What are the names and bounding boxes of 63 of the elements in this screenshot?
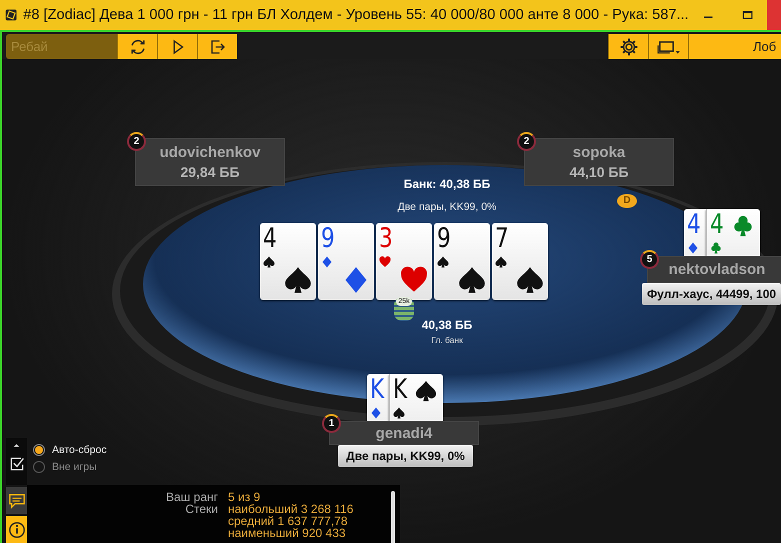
player-stack: 44,10 ББ [569, 164, 629, 180]
player-name: nektovladson [668, 261, 766, 278]
spade-icon [458, 266, 486, 294]
lobby-button[interactable]: Лоб [688, 34, 781, 59]
card-rank: 9 [321, 223, 335, 254]
info-value: наибольший 3 268 116 [228, 503, 354, 515]
diamond-icon [321, 256, 333, 268]
pot-caption: Гл. банк [430, 335, 464, 345]
diamond-icon [370, 407, 382, 419]
option-label[interactable]: Авто-сброс [52, 444, 107, 456]
spade-icon [263, 256, 275, 268]
diamond-icon [687, 242, 699, 254]
play-button[interactable] [157, 34, 197, 59]
player-name: udovichenkov [160, 144, 260, 161]
hand-label: Две пары, KK99, 0% [338, 445, 473, 467]
collapse-icon[interactable] [13, 443, 20, 448]
settings-icon [618, 36, 638, 56]
card-rank: K [370, 374, 384, 405]
spade-icon [393, 407, 405, 419]
hand-label: Фулл-хаус, 44499, 100 [642, 283, 781, 305]
card-rank: 3 [379, 223, 393, 254]
radio-button[interactable] [33, 444, 45, 456]
seat-badge: 2 [517, 132, 536, 151]
spade-icon [516, 266, 544, 294]
player-name: sopoka [572, 144, 626, 161]
info-label: Стеки [184, 503, 218, 518]
card-rank: 4 [687, 209, 701, 240]
card-rank: K [393, 374, 408, 405]
spade-icon [495, 256, 507, 268]
card-rank: 9 [437, 223, 451, 254]
pot-total: Банк: 40,38 ББ [402, 177, 492, 191]
hand-description: Две пары, KK99, 0% [396, 201, 498, 213]
spade-icon [437, 256, 449, 268]
info-button[interactable] [6, 516, 27, 543]
seat-badge: 2 [127, 132, 146, 151]
card-rank: 4 [263, 223, 277, 254]
info-value: наименьший 920 433 [228, 527, 346, 539]
player-stack: 29,84 ББ [180, 164, 240, 180]
scrollbar[interactable] [391, 491, 395, 543]
card-rank: 7 [495, 223, 509, 254]
club-icon [710, 242, 722, 254]
radio-button[interactable] [33, 461, 45, 473]
club-icon [732, 215, 754, 237]
info-value: 5 из 9 [228, 491, 260, 503]
settings-button[interactable] [608, 34, 648, 59]
option-label[interactable]: Вне игры [52, 461, 97, 473]
pot-amount: 40,38 ББ [420, 318, 474, 332]
refresh-button[interactable] [117, 34, 157, 59]
layout-button[interactable] [648, 34, 688, 59]
heart-icon [400, 266, 428, 294]
spade-icon [284, 266, 312, 294]
exit-button[interactable] [197, 34, 237, 59]
exit-icon [208, 38, 226, 56]
info-label: Ваш ранг [165, 491, 218, 503]
info-value: средний 1 637 777,78 [228, 515, 349, 527]
spade-icon [415, 380, 437, 402]
chat-button[interactable] [6, 487, 27, 514]
heart-icon [379, 256, 391, 268]
checklist-icon[interactable] [8, 456, 24, 472]
player-name: genadi4 [376, 424, 432, 442]
card-rank: 4 [710, 209, 724, 240]
window-title: #8 [Zodiac] Дева 1 000 грн - 11 грн БЛ Холдем - Уровень 55: 40 000/80 000 анте 8 000 - Рука: 587... [23, 7, 689, 23]
app-icon [5, 7, 18, 23]
